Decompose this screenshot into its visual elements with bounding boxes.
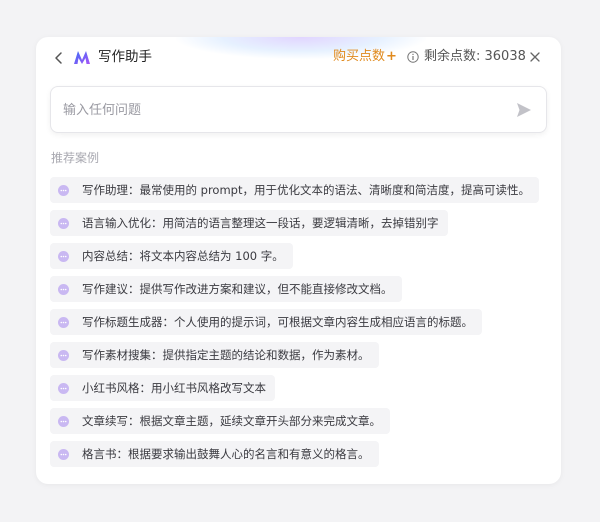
suggestion-chip[interactable]: 写作建议：提供写作改进方案和建议，但不能直接修改文档。 (50, 276, 402, 302)
chat-bubble-icon (58, 382, 69, 394)
section-label: 推荐案例 (51, 151, 100, 165)
suggestion-chip[interactable]: 写作助理：最常使用的 prompt，用于优化文本的语法、清晰度和简洁度，提高可读… (50, 177, 539, 203)
header: 写作助手 购买点数+ 剩余点数: 36038 (36, 37, 561, 77)
chat-bubble-icon (58, 250, 69, 262)
info-icon (407, 51, 419, 63)
send-icon[interactable] (516, 102, 532, 118)
suggestion-text: 小红书风格：用小红书风格改写文本 (82, 381, 266, 395)
chat-bubble-icon (58, 448, 69, 460)
suggestion-chip[interactable]: 内容总结：将文本内容总结为 100 字。 (50, 243, 293, 269)
chat-bubble-icon (58, 184, 69, 196)
suggestion-chip[interactable]: 文章续写：根据文章主题，延续文章开头部分来完成文章。 (50, 408, 390, 434)
suggestion-text: 写作建议：提供写作改进方案和建议，但不能直接修改文档。 (82, 282, 393, 296)
remaining-points: 剩余点数: 36038 (424, 49, 526, 64)
suggestion-chip[interactable]: 语言输入优化：用简洁的语言整理这一段话，要逻辑清晰，去掉错别字 (50, 210, 448, 236)
suggestion-chip[interactable]: 格言书：根据要求输出鼓舞人心的名言和有意义的格言。 (50, 441, 379, 467)
suggestion-text: 语言输入优化：用简洁的语言整理这一段话，要逻辑清晰，去掉错别字 (82, 216, 439, 230)
chat-bubble-icon (58, 283, 69, 295)
question-input[interactable] (63, 99, 493, 121)
suggestion-text: 写作助理：最常使用的 prompt，用于优化文本的语法、清晰度和简洁度，提高可读… (82, 183, 530, 197)
chevron-left-icon[interactable] (53, 51, 65, 65)
suggestion-text: 写作标题生成器：个人使用的提示词，可根据文章内容生成相应语言的标题。 (82, 315, 473, 329)
chat-bubble-icon (58, 349, 69, 361)
suggestion-text: 格言书：根据要求输出鼓舞人心的名言和有意义的格言。 (82, 447, 370, 461)
question-input-box (50, 86, 547, 133)
suggestion-text: 写作素材搜集：提供指定主题的结论和数据，作为素材。 (82, 348, 370, 362)
suggestion-chip[interactable]: 小红书风格：用小红书风格改写文本 (50, 375, 275, 401)
suggestion-list: 写作助理：最常使用的 prompt，用于优化文本的语法、清晰度和简洁度，提高可读… (50, 177, 539, 474)
suggestion-text: 内容总结：将文本内容总结为 100 字。 (82, 249, 284, 263)
app-title: 写作助手 (98, 49, 152, 65)
plus-icon: + (386, 49, 397, 64)
buy-points-label: 购买点数 (333, 49, 386, 64)
buy-points-button[interactable]: 购买点数+ (333, 48, 397, 66)
suggestion-chip[interactable]: 写作素材搜集：提供指定主题的结论和数据，作为素材。 (50, 342, 379, 368)
suggestion-chip[interactable]: 写作标题生成器：个人使用的提示词，可根据文章内容生成相应语言的标题。 (50, 309, 482, 335)
chat-bubble-icon (58, 316, 69, 328)
close-icon[interactable] (530, 52, 540, 62)
chat-bubble-icon (58, 415, 69, 427)
app-logo-icon (74, 51, 90, 64)
suggestion-text: 文章续写：根据文章主题，延续文章开头部分来完成文章。 (82, 414, 381, 428)
writing-assistant-panel: 写作助手 购买点数+ 剩余点数: 36038 推荐案例 写作助理：最常使用的 p… (36, 37, 561, 484)
chat-bubble-icon (58, 217, 69, 229)
